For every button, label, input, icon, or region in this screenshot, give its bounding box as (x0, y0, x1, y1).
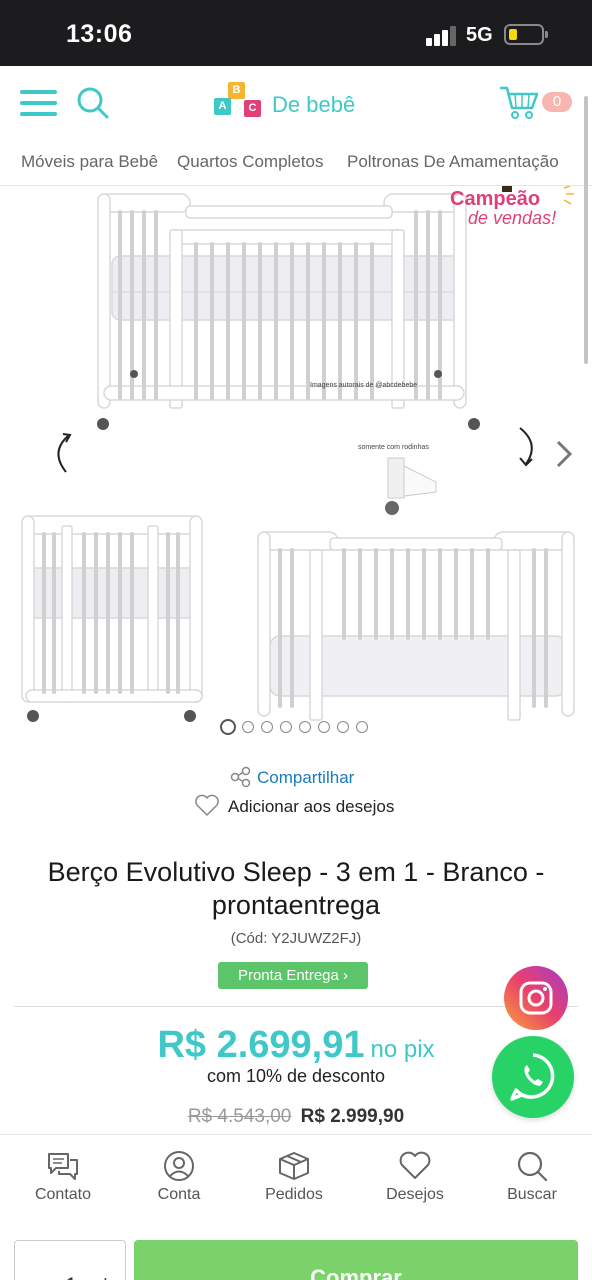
wheels-note: somente com rodinhas (358, 444, 429, 451)
add-to-wishlist-button[interactable]: Adicionar aos desejos (194, 794, 394, 820)
logo-text: De bebê (272, 92, 356, 117)
decrease-quantity-button[interactable]: − (27, 1271, 40, 1280)
cart-icon (500, 86, 539, 119)
quantity-value[interactable]: 1 (65, 1273, 77, 1280)
wheel-detail (385, 457, 437, 515)
logo-block-b: B (228, 82, 245, 99)
crib-bed (257, 531, 575, 721)
heart-icon (195, 794, 219, 817)
product-title: Berço Evolutivo Sleep - 3 em 1 - Branco … (47, 857, 545, 920)
network-type: 5G (466, 24, 493, 46)
current-price: R$ 2.999,90 (300, 1106, 405, 1127)
chevron-right-icon (556, 440, 573, 468)
bottom-nav: Contato Conta Pedidos Desejos Buscar (0, 1134, 592, 1230)
carousel-dot-1[interactable] (220, 719, 236, 735)
carousel-dot-2[interactable] (242, 721, 254, 733)
nav-conta[interactable]: Conta (134, 1151, 224, 1204)
old-price: R$ 4.543,00 (187, 1106, 292, 1127)
crib-main (97, 193, 467, 409)
increase-quantity-button[interactable]: + (99, 1271, 112, 1280)
product-image[interactable] (0, 186, 592, 746)
whatsapp-button[interactable] (492, 1036, 574, 1118)
category-link-quartos[interactable]: Quartos Completos (177, 152, 323, 172)
nav-desejos[interactable]: Desejos (370, 1151, 460, 1204)
nav-conta-label: Conta (157, 1186, 201, 1203)
nav-contato-label: Contato (34, 1186, 92, 1203)
purchase-bar: − 1 + Comprar (0, 1230, 592, 1280)
product-code: (Cód: Y2JUWZ2FJ) (230, 930, 362, 947)
carousel-dot-3[interactable] (261, 721, 273, 733)
nav-pedidos-label: Pedidos (265, 1186, 323, 1203)
wishlist-label: Adicionar aos desejos (228, 797, 395, 816)
crib-oval (21, 515, 203, 703)
heart-icon (399, 1151, 431, 1179)
share-button[interactable]: Compartilhar (230, 766, 354, 790)
chat-icon (48, 1153, 78, 1180)
divider (14, 1006, 578, 1007)
share-label: Compartilhar (257, 768, 355, 787)
badge-text-line2: de vendas! (468, 208, 557, 228)
image-watermark: Imagens autorais de @abcdebebe (310, 382, 418, 389)
user-icon (164, 1151, 194, 1181)
next-image-button[interactable] (552, 438, 576, 470)
box-icon (279, 1152, 309, 1180)
cart-button[interactable] (498, 84, 540, 122)
nav-desejos-label: Desejos (386, 1186, 444, 1203)
battery-icon (504, 24, 548, 45)
buy-button[interactable]: Comprar (134, 1240, 578, 1280)
search-button[interactable] (76, 86, 110, 120)
page-scrollbar[interactable] (584, 96, 588, 364)
nav-buscar-label: Buscar (507, 1186, 557, 1203)
share-icon (230, 766, 251, 788)
logo-block-c: C (244, 100, 261, 117)
search-icon (517, 1151, 548, 1181)
nav-buscar[interactable]: Buscar (487, 1151, 577, 1204)
nav-pedidos[interactable]: Pedidos (249, 1151, 339, 1204)
carousel-dot-7[interactable] (337, 721, 349, 733)
status-time: 13:06 (66, 20, 133, 48)
category-link-poltronas[interactable]: Poltronas De Amamentação (347, 152, 559, 172)
site-header: B A C De bebê 0 (0, 66, 592, 140)
nav-contato[interactable]: Contato (18, 1151, 108, 1204)
carousel-dot-8[interactable] (356, 721, 368, 733)
carousel-dot-6[interactable] (318, 721, 330, 733)
category-link-moveis[interactable]: Móveis para Bebê (21, 152, 158, 172)
carousel-dot-5[interactable] (299, 721, 311, 733)
logo-block-a: A (214, 98, 231, 115)
menu-button[interactable] (20, 90, 58, 116)
signal-icon (426, 24, 458, 46)
stock-status-badge[interactable]: Pronta Entrega › (218, 962, 368, 989)
status-bar: 13:06 5G (0, 0, 592, 66)
quantity-stepper: − 1 + (14, 1240, 126, 1280)
category-nav: Móveis para Bebê Quartos Completos Poltr… (0, 140, 592, 186)
cart-count-badge: 0 (542, 92, 572, 112)
instagram-button[interactable] (504, 966, 568, 1030)
instagram-icon (519, 981, 553, 1015)
search-icon (77, 87, 109, 119)
pix-price: R$ 2.699,91 (157, 1024, 365, 1066)
carousel-dot-4[interactable] (280, 721, 292, 733)
whatsapp-icon (510, 1053, 555, 1101)
logo[interactable]: B A C De bebê (212, 80, 364, 124)
pix-label: no pix (370, 1036, 435, 1063)
